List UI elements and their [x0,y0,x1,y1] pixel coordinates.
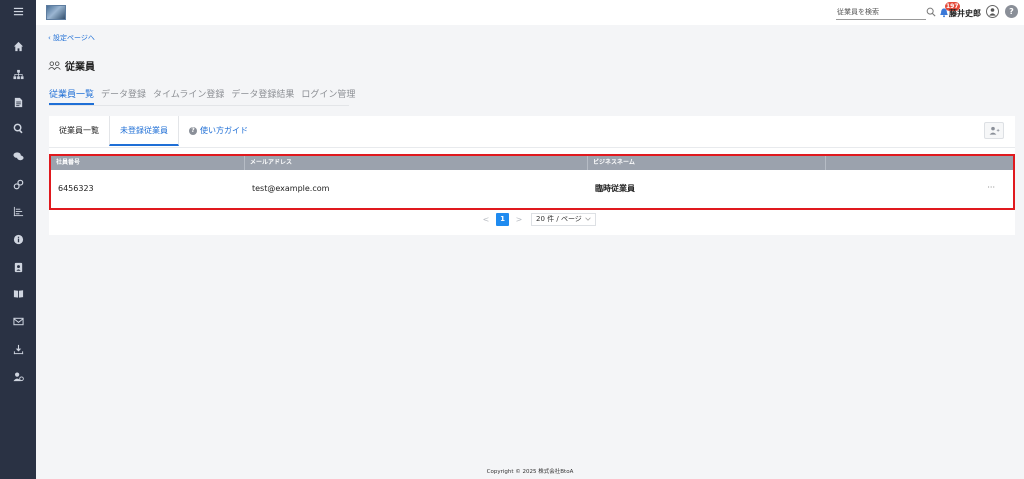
row-more-menu-icon[interactable]: ··· [987,170,995,208]
tab-registration-results[interactable]: データ登録結果 [231,87,294,105]
back-link-label: 設定ページへ [53,34,95,42]
user-name[interactable]: 藤井史郎 [949,8,981,19]
search-placeholder: 従業員を検索 [837,8,879,16]
help-label: ? [1009,7,1014,16]
column-header-email[interactable]: メールアドレス [245,156,588,170]
help-button[interactable]: ? [1005,5,1018,18]
back-to-settings-link[interactable]: ‹ 設定ページへ [48,33,95,43]
tab-data-registration[interactable]: データ登録 [101,87,146,105]
add-user-icon [989,126,999,135]
chat-icon[interactable] [0,146,36,166]
employees-icon [48,61,61,70]
info-icon[interactable] [0,229,36,249]
search-icon[interactable] [0,118,36,138]
column-header-employee-id[interactable]: 社員番号 [51,156,245,170]
chevron-down-icon [585,217,591,221]
table-header: 社員番号 メールアドレス ビジネスネーム [51,156,1013,170]
employee-table: 社員番号 メールアドレス ビジネスネーム 6456323 test@exampl… [49,154,1015,210]
cell-business-name: 臨時従業員 [595,184,635,193]
table-row[interactable]: 6456323 test@example.com 臨時従業員 ··· [51,170,1013,208]
card-divider [49,147,1015,148]
add-user-button[interactable] [984,122,1004,139]
pagination: < 1 > 20 件 / ページ [481,212,596,226]
top-header: 従業員を検索 197 藤井史郎 ? [36,0,1024,25]
footer-copyright: Copyright © 2025 株式会社BtoA [486,469,574,475]
subtab-unregistered-employees[interactable]: 未登録従業員 [109,116,179,146]
company-logo[interactable] [46,5,66,20]
cell-email: test@example.com [252,184,330,193]
menu-icon[interactable] [0,1,36,21]
org-chart-icon[interactable] [0,64,36,84]
subtab-employee-list[interactable]: 従業員一覧 [49,116,109,146]
sub-tabs: 従業員一覧 未登録従業員 ? 使い方ガイド [49,116,258,146]
home-icon[interactable] [0,36,36,56]
book-icon[interactable] [0,283,36,303]
sidebar [0,0,36,479]
employee-card: 従業員一覧 未登録従業員 ? 使い方ガイド 社員番号 メールアドレス ビジネスネ… [49,116,1015,235]
avatar[interactable] [986,5,999,18]
current-page-button[interactable]: 1 [496,212,509,226]
tab-login-management[interactable]: ログイン管理 [301,87,355,105]
question-icon: ? [189,126,197,135]
search-input[interactable]: 従業員を検索 [836,5,926,20]
page-title-text: 従業員 [65,62,95,73]
next-page-button[interactable]: > [514,215,524,224]
column-header-actions [826,156,1013,170]
user-settings-icon[interactable] [0,366,36,386]
column-header-business-name[interactable]: ビジネスネーム [588,156,826,170]
search-icon[interactable] [926,7,936,17]
link-icon[interactable] [0,174,36,194]
mail-icon[interactable] [0,311,36,331]
chart-icon[interactable] [0,201,36,221]
usage-guide-label: 使い方ガイド [200,126,248,135]
contact-card-icon[interactable] [0,257,36,277]
tab-timeline-registration[interactable]: タイムライン登録 [153,87,224,105]
tab-employee-list[interactable]: 従業員一覧 [49,87,95,105]
top-tabs: 従業員一覧 データ登録 タイムライン登録 データ登録結果 ログイン管理 [49,87,355,105]
user-icon [989,8,996,16]
download-icon[interactable] [0,339,36,359]
page-size-select[interactable]: 20 件 / ページ [531,212,596,226]
page-size-value: 20 件 / ページ [536,215,582,223]
document-icon[interactable] [0,92,36,112]
prev-page-button[interactable]: < [481,215,491,224]
tabs-divider [49,105,349,106]
cell-employee-id: 6456323 [58,184,94,193]
subtab-usage-guide[interactable]: ? 使い方ガイド [179,116,258,146]
page-title: 従業員 [48,58,95,73]
